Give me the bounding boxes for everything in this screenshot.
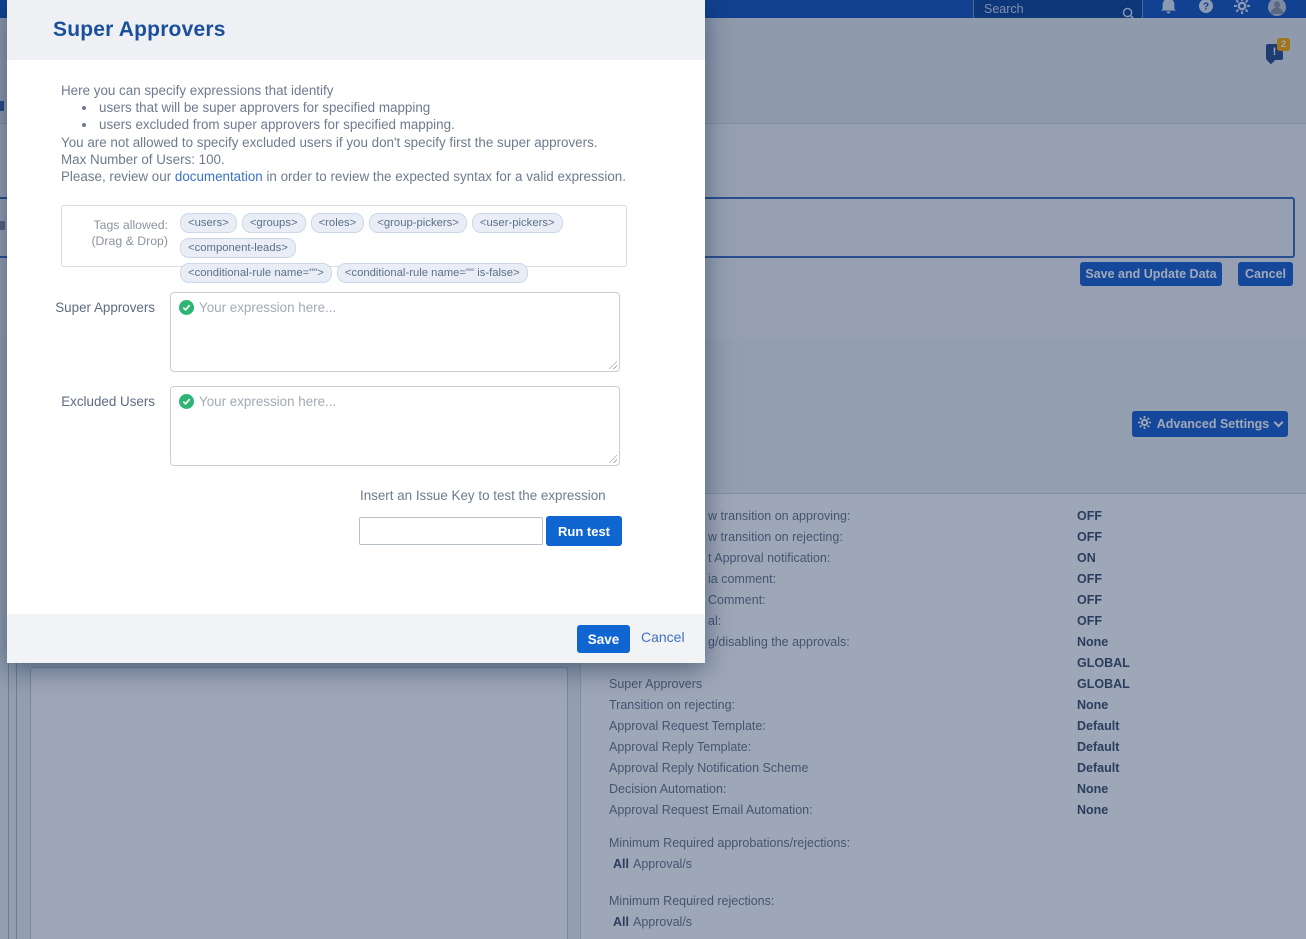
save-button[interactable]: Save <box>577 625 630 653</box>
excluded-users-expression-input[interactable] <box>171 387 619 465</box>
super-approvers-expression-input[interactable] <box>171 293 619 371</box>
valid-check-icon <box>179 300 194 315</box>
intro-bullet: users that will be super approvers for s… <box>97 99 661 116</box>
dialog-footer: Save Cancel <box>7 614 705 663</box>
tag-pill[interactable]: <component-leads> <box>180 238 296 258</box>
super-approvers-field-label: Super Approvers <box>7 300 155 315</box>
intro-bullet: users excluded from super approvers for … <box>97 116 661 133</box>
tag-pill[interactable]: <roles> <box>311 213 365 233</box>
dialog-header: Super Approvers <box>7 0 705 60</box>
intro-bullets: users that will be super approvers for s… <box>61 99 661 133</box>
excluded-users-textarea-wrap <box>170 386 620 466</box>
tag-pill[interactable]: <groups> <box>242 213 306 233</box>
valid-check-icon <box>179 394 194 409</box>
super-approvers-textarea-wrap <box>170 292 620 372</box>
tags-allowed-label: Tags allowed: (Drag & Drop) <box>62 206 174 266</box>
tags-area: <users><groups><roles><group-pickers><us… <box>174 206 626 266</box>
test-expression-caption: Insert an Issue Key to test the expressi… <box>360 488 606 503</box>
dialog-intro-text: Here you can specify expressions that id… <box>61 82 661 185</box>
super-approvers-dialog: Super Approvers Here you can specify exp… <box>7 0 705 663</box>
tag-pill[interactable]: <conditional-rule name="" is-false> <box>337 263 528 283</box>
tag-pill[interactable]: <conditional-rule name=""> <box>180 263 332 283</box>
dialog-title: Super Approvers <box>53 18 226 42</box>
note-post: in order to review the expected syntax f… <box>263 169 626 184</box>
dialog-body: Here you can specify expressions that id… <box>7 60 705 614</box>
issue-key-input[interactable] <box>359 517 543 545</box>
excluded-users-field-label: Excluded Users <box>7 394 155 409</box>
tag-pill[interactable]: <user-pickers> <box>472 213 563 233</box>
intro-note: You are not allowed to specify excluded … <box>61 134 661 151</box>
tag-pill[interactable]: <users> <box>180 213 237 233</box>
tags-row-1: <users><groups><roles><group-pickers><us… <box>180 213 620 258</box>
intro-note: Max Number of Users: 100. <box>61 151 661 168</box>
run-test-button[interactable]: Run test <box>546 516 622 546</box>
intro-note: Please, review our documentation in orde… <box>61 168 661 185</box>
tag-pill[interactable]: <group-pickers> <box>369 213 467 233</box>
note-pre: Please, review our <box>61 169 175 184</box>
cancel-link[interactable]: Cancel <box>641 629 685 645</box>
tags-row-2: <conditional-rule name=""><conditional-r… <box>180 263 620 283</box>
documentation-link[interactable]: documentation <box>175 169 263 184</box>
tags-label-line1: Tags allowed: <box>62 217 168 233</box>
intro-line: Here you can specify expressions that id… <box>61 82 661 99</box>
tags-allowed-box: Tags allowed: (Drag & Drop) <users><grou… <box>61 205 627 267</box>
tags-label-line2: (Drag & Drop) <box>62 233 168 249</box>
